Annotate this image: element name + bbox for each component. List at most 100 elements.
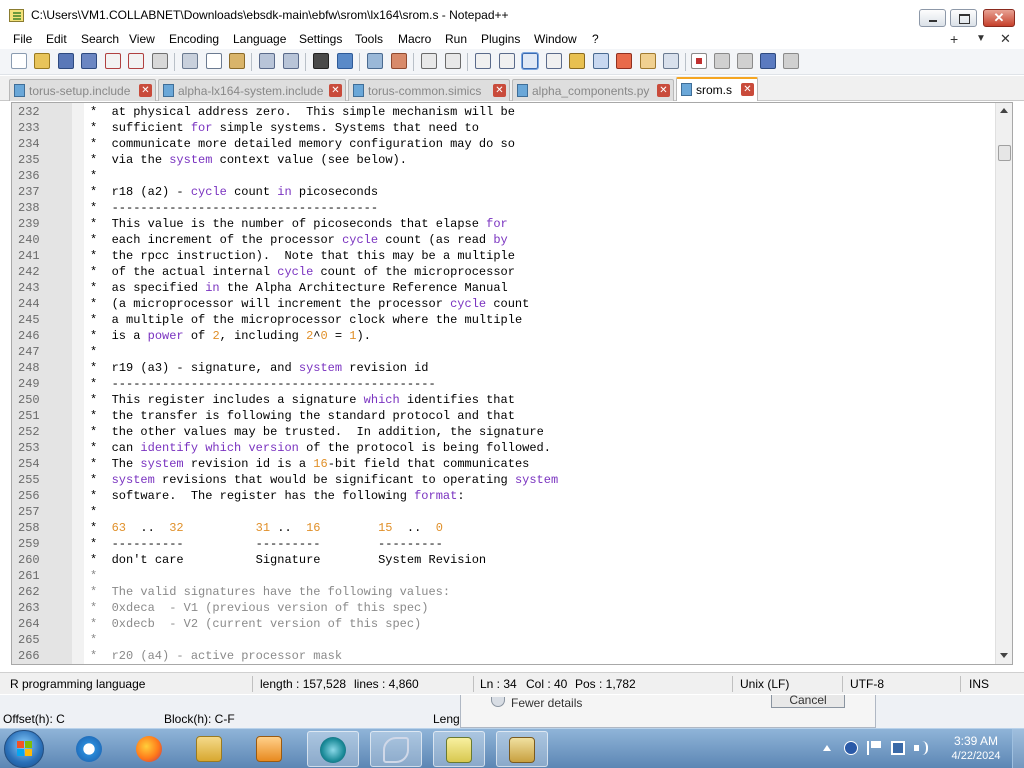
folder-workspace-icon[interactable] xyxy=(616,53,632,69)
show-hidden-icons-icon[interactable] xyxy=(823,745,831,751)
sync-vertical-icon[interactable] xyxy=(421,53,437,69)
code-line[interactable]: 236 * xyxy=(12,168,996,184)
close-all-icon[interactable] xyxy=(128,53,144,69)
taskbar-firefox[interactable] xyxy=(124,731,176,767)
code-line[interactable]: 253 * can identify which version of the p… xyxy=(12,440,996,456)
code-line[interactable]: 261 * xyxy=(12,568,996,584)
run-macro-multiple-icon[interactable] xyxy=(760,53,776,69)
monitoring-icon[interactable] xyxy=(640,53,656,69)
new-file-icon[interactable] xyxy=(11,53,27,69)
code-line[interactable]: 263 * 0xdeca - V1 (previous version of th… xyxy=(12,600,996,616)
menu-file[interactable]: File xyxy=(13,32,32,46)
tab-close-icon[interactable]: ✕ xyxy=(329,84,342,97)
code-line[interactable]: 245 * a multiple of the microprocessor cl… xyxy=(12,312,996,328)
clock-date[interactable]: 4/22/2024 xyxy=(946,750,1006,762)
zoom-out-icon[interactable] xyxy=(391,53,407,69)
show-all-chars-icon[interactable] xyxy=(499,53,515,69)
undo-icon[interactable] xyxy=(259,53,275,69)
show-desktop-button[interactable] xyxy=(1012,729,1024,768)
code-line[interactable]: 258 * 63 .. 32 31 .. 16 15 .. 0 xyxy=(12,520,996,536)
menu-window[interactable]: Window xyxy=(534,32,577,46)
menu-help[interactable]: ? xyxy=(592,32,599,46)
scroll-up-arrow-icon[interactable] xyxy=(1000,108,1008,113)
status-encoding[interactable]: UTF-8 xyxy=(850,677,884,691)
code-line[interactable]: 238 * -----------------------------------… xyxy=(12,200,996,216)
cancel-button[interactable]: Cancel xyxy=(771,694,845,708)
code-line[interactable]: 242 * of the actual internal cycle count … xyxy=(12,264,996,280)
tab-alpha-lx164-system-include[interactable]: alpha-lx164-system.include ✕ xyxy=(158,79,346,101)
code-line[interactable]: 234 * communicate more detailed memory co… xyxy=(12,136,996,152)
status-ln[interactable]: Ln : 34 xyxy=(480,677,517,691)
title-bar[interactable]: C:\Users\VM1.COLLABNET\Downloads\ebsdk-m… xyxy=(0,0,1024,30)
eye-icon[interactable] xyxy=(663,53,679,69)
indent-guide-icon[interactable] xyxy=(521,52,539,70)
taskbar-internet-explorer[interactable] xyxy=(64,731,116,767)
code-line[interactable]: 249 * -----------------------------------… xyxy=(12,376,996,392)
code-line[interactable]: 244 * (a microprocessor will increment th… xyxy=(12,296,996,312)
menu-macro[interactable]: Macro xyxy=(398,32,431,46)
menu-language[interactable]: Language xyxy=(233,32,286,46)
menu-settings[interactable]: Settings xyxy=(299,32,342,46)
code-line[interactable]: 247 * xyxy=(12,344,996,360)
word-wrap-icon[interactable] xyxy=(475,53,491,69)
menu-tools[interactable]: Tools xyxy=(355,32,383,46)
save-icon[interactable] xyxy=(58,53,74,69)
code-line[interactable]: 239 * This value is the number of picosec… xyxy=(12,216,996,232)
fewer-details-chevron-icon[interactable] xyxy=(491,697,505,707)
tab-torus-common-simics[interactable]: torus-common.simics ✕ xyxy=(348,79,510,101)
maximize-button[interactable] xyxy=(950,9,977,27)
code-line[interactable]: 248 * r19 (a3) - signature, and system re… xyxy=(12,360,996,376)
close-window-button[interactable]: ✕ xyxy=(983,9,1015,27)
code-line[interactable]: 264 * 0xdecb - V2 (current version of thi… xyxy=(12,616,996,632)
minimize-button[interactable] xyxy=(919,9,946,27)
tab-close-icon[interactable]: ✕ xyxy=(493,84,506,97)
bluetooth-tray-icon[interactable] xyxy=(844,741,858,755)
code-line[interactable]: 237 * r18 (a2) - cycle count in picosecon… xyxy=(12,184,996,200)
sync-horizontal-icon[interactable] xyxy=(445,53,461,69)
close-icon[interactable] xyxy=(105,53,121,69)
tab-srom-s[interactable]: srom.s ✕ xyxy=(676,77,758,101)
status-insert-mode[interactable]: INS xyxy=(969,677,989,691)
redo-icon[interactable] xyxy=(283,53,299,69)
code-line[interactable]: 243 * as specified in the Alpha Architect… xyxy=(12,280,996,296)
clock-time[interactable]: 3:39 AM xyxy=(946,734,1006,748)
code-line[interactable]: 251 * the transfer is following the stand… xyxy=(12,408,996,424)
close-document-icon[interactable]: ✕ xyxy=(1000,31,1011,47)
new-tab-plus-icon[interactable]: + xyxy=(950,31,958,47)
code-line[interactable]: 250 * This register includes a signature … xyxy=(12,392,996,408)
menu-search[interactable]: Search xyxy=(81,32,119,46)
save-macro-icon[interactable] xyxy=(783,53,799,69)
code-line[interactable]: 252 * the other values may be trusted. In… xyxy=(12,424,996,440)
code-line[interactable]: 254 * The system revision id is a 16-bit … xyxy=(12,456,996,472)
status-col[interactable]: Col : 40 xyxy=(526,677,567,691)
scroll-down-arrow-icon[interactable] xyxy=(1000,653,1008,658)
save-all-icon[interactable] xyxy=(81,53,97,69)
menu-plugins[interactable]: Plugins xyxy=(481,32,520,46)
status-pos[interactable]: Pos : 1,782 xyxy=(575,677,636,691)
code-line[interactable]: 232 * at physical address zero. This simp… xyxy=(12,104,996,120)
code-line[interactable]: 260 * don't care Signature System Revisio… xyxy=(12,552,996,568)
function-list-icon[interactable] xyxy=(593,53,609,69)
action-center-flag-icon[interactable] xyxy=(867,741,881,755)
menu-edit[interactable]: Edit xyxy=(46,32,67,46)
menu-encoding[interactable]: Encoding xyxy=(169,32,219,46)
volume-icon[interactable] xyxy=(914,741,928,755)
tab-list-dropdown-icon[interactable]: ▼ xyxy=(976,33,986,44)
open-file-icon[interactable] xyxy=(34,53,50,69)
tab-close-icon[interactable]: ✕ xyxy=(657,84,670,97)
code-line[interactable]: 265 * xyxy=(12,632,996,648)
record-macro-icon[interactable] xyxy=(691,53,707,69)
taskbar-notepad-plus-plus[interactable] xyxy=(433,731,485,767)
play-macro-icon[interactable] xyxy=(737,53,753,69)
tab-close-icon[interactable]: ✕ xyxy=(741,83,754,96)
menu-view[interactable]: View xyxy=(129,32,155,46)
taskbar-media-player[interactable] xyxy=(244,731,296,767)
code-line[interactable]: 233 * sufficient for simple systems. Syst… xyxy=(12,120,996,136)
tab-close-icon[interactable]: ✕ xyxy=(139,84,152,97)
tab-alpha-components-py[interactable]: alpha_components.py ✕ xyxy=(512,79,674,101)
code-line[interactable]: 246 * is a power of 2, including 2^0 = 1)… xyxy=(12,328,996,344)
taskbar-file-explorer[interactable] xyxy=(184,731,236,767)
stop-macro-icon[interactable] xyxy=(714,53,730,69)
document-map-icon[interactable] xyxy=(569,53,585,69)
tab-torus-setup-include[interactable]: torus-setup.include ✕ xyxy=(9,79,156,101)
